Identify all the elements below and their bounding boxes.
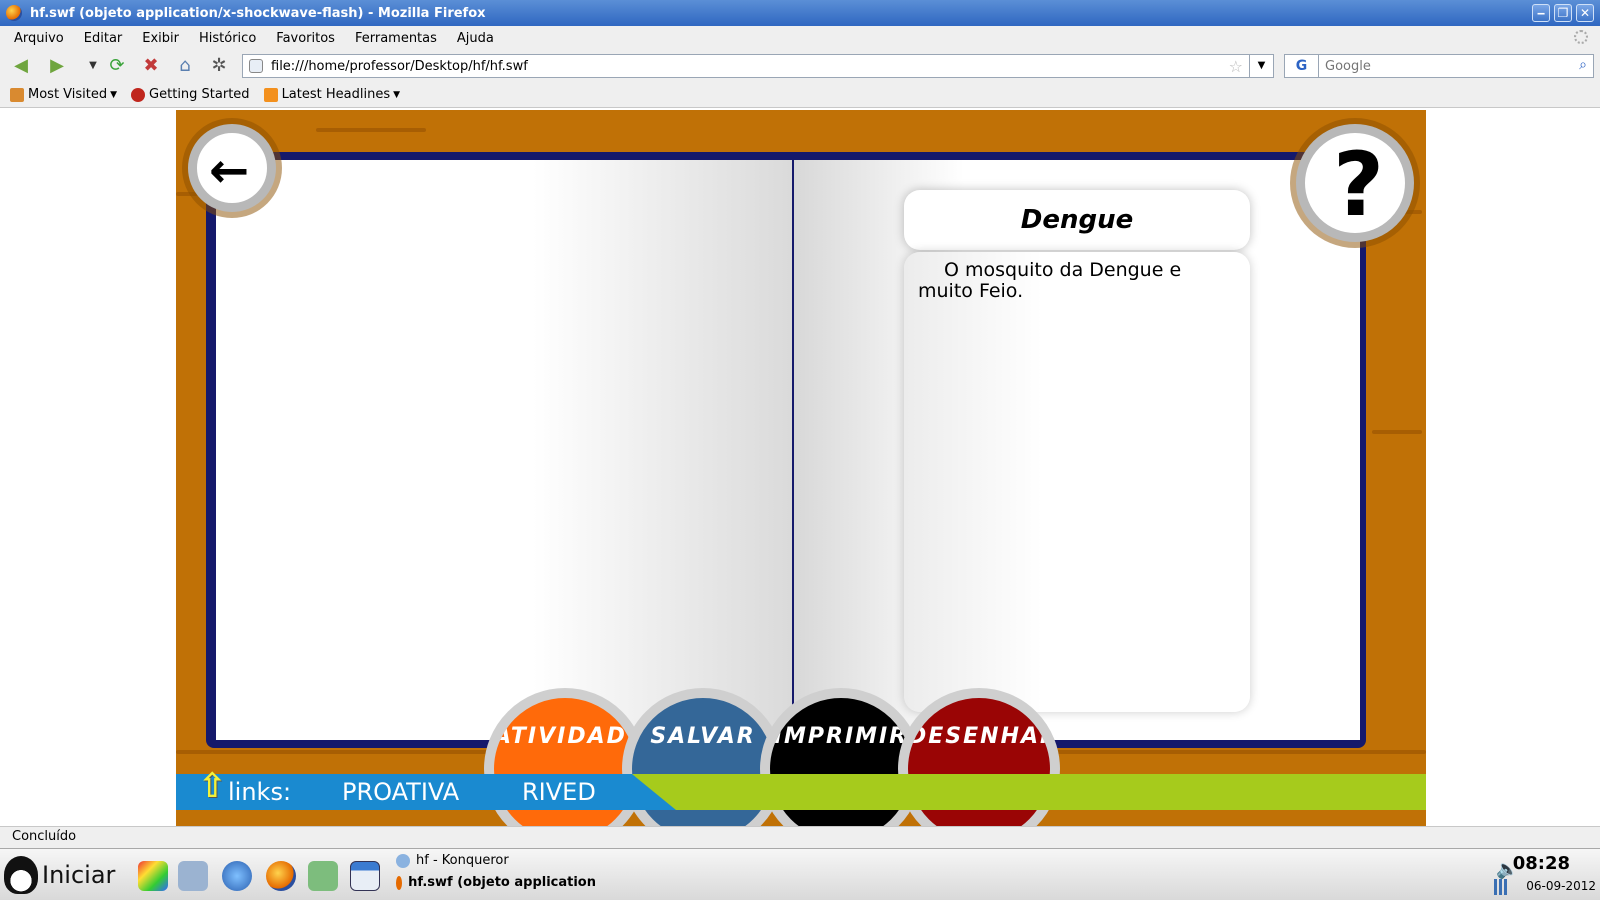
history-dropdown-icon[interactable]: ▼ <box>82 56 104 76</box>
button-label: ATIVIDADES <box>494 724 646 749</box>
menu-bar: Arquivo Editar Exibir Histórico Favorito… <box>0 26 1600 50</box>
task-firefox[interactable]: hf.swf (objeto application <box>396 875 596 890</box>
button-label: DESENHAR <box>908 724 1059 749</box>
computer-icon[interactable] <box>178 861 208 891</box>
extension-icon[interactable]: ✲ <box>208 56 230 76</box>
firefox-icon[interactable] <box>266 861 296 891</box>
menu-ferramentas[interactable]: Ferramentas <box>355 31 437 46</box>
button-label: IMPRIMIR <box>773 724 909 749</box>
home-icon[interactable]: ⌂ <box>174 56 196 76</box>
page-content: ← ? Dengue O mosquito da Dengue e muito … <box>6 110 1594 826</box>
clock-time[interactable]: 08:28 <box>1513 853 1570 874</box>
window-titlebar: hf.swf (objeto application/x-shockwave-f… <box>0 0 1600 26</box>
firefox-icon <box>6 5 22 21</box>
url-text[interactable]: file:///home/professor/Desktop/hf/hf.swf <box>271 59 528 74</box>
menu-ajuda[interactable]: Ajuda <box>457 31 494 46</box>
site-identity-icon[interactable] <box>249 59 263 73</box>
bookmark-star-icon[interactable]: ☆ <box>1229 57 1243 76</box>
text-card: Dengue O mosquito da Dengue e muito Feio… <box>904 190 1250 712</box>
search-icon[interactable]: ⌕ <box>1579 57 1587 73</box>
most-visited-icon <box>10 87 24 102</box>
bookmark-latest-headlines[interactable]: Latest Headlines ▼ <box>263 87 401 102</box>
window-title: hf.swf (objeto application/x-shockwave-f… <box>30 5 486 21</box>
button-label: SALVAR <box>650 724 756 749</box>
wood-grain <box>316 128 426 132</box>
bookmark-label: Getting Started <box>149 87 250 102</box>
chevron-down-icon: ▼ <box>393 89 401 100</box>
task-konqueror[interactable]: hf - Konqueror <box>396 853 509 868</box>
navigation-toolbar: ◀ ▶ ▼ ⟳ ✖ ⌂ ✲ file:///home/professor/Des… <box>0 50 1600 82</box>
wood-grain <box>1372 430 1422 434</box>
throbber-icon <box>1574 30 1588 44</box>
forward-arrow-icon[interactable]: ▶ <box>46 56 68 76</box>
clock-date: 06-09-2012 <box>1526 879 1596 893</box>
task-label: hf.swf (objeto application <box>408 875 596 890</box>
card-text[interactable]: O mosquito da Dengue e muito Feio. <box>904 252 1250 712</box>
bookmark-label: Most Visited <box>28 87 108 102</box>
maximize-button[interactable]: ❐ <box>1554 4 1572 22</box>
status-bar: Concluído <box>0 826 1600 848</box>
flash-app[interactable]: ← ? Dengue O mosquito da Dengue e muito … <box>176 110 1426 826</box>
menu-exibir[interactable]: Exibir <box>142 31 179 46</box>
google-engine-icon[interactable]: G <box>1285 55 1319 77</box>
bookmark-label: Latest Headlines <box>281 87 391 102</box>
window-controls: ‒ ❐ ✕ <box>1532 4 1594 22</box>
rss-feed-icon <box>263 87 278 102</box>
card-title: Dengue <box>904 190 1250 250</box>
back-arrow-icon[interactable]: ◀ <box>10 56 32 76</box>
search-bar[interactable]: G ⌕ <box>1284 54 1594 78</box>
bookmark-most-visited[interactable]: Most Visited ▼ <box>10 87 117 102</box>
link-rived[interactable]: RIVED <box>522 778 596 806</box>
reload-icon[interactable]: ⟳ <box>106 56 128 76</box>
paint-icon[interactable] <box>138 861 168 891</box>
stop-icon[interactable]: ✖ <box>140 56 162 76</box>
url-dropdown-icon[interactable]: ▼ <box>1249 55 1273 77</box>
start-button[interactable]: Iniciar <box>0 851 128 899</box>
firefox-icon <box>396 875 403 890</box>
bookmark-getting-started[interactable]: Getting Started <box>131 87 250 102</box>
recycle-icon[interactable] <box>308 861 338 891</box>
menu-favoritos[interactable]: Favoritos <box>276 31 335 46</box>
tux-icon <box>4 856 38 894</box>
getting-started-icon <box>131 87 146 102</box>
close-button[interactable]: ✕ <box>1576 4 1594 22</box>
arrow-up-icon[interactable]: ⇧ <box>198 766 227 806</box>
bookmarks-toolbar: Most Visited ▼ Getting Started Latest He… <box>0 82 1600 108</box>
link-proativa[interactable]: PROATIVA <box>342 778 459 806</box>
links-label: links: <box>228 778 292 806</box>
back-button[interactable]: ← <box>188 124 276 212</box>
question-mark-icon: ? <box>1333 133 1385 236</box>
taskbar: Iniciar hf - Konqueror hf.swf (objeto ap… <box>0 848 1600 900</box>
window-icon[interactable] <box>350 861 380 891</box>
url-bar[interactable]: file:///home/professor/Desktop/hf/hf.swf… <box>242 54 1274 78</box>
chevron-down-icon: ▼ <box>110 89 118 100</box>
help-button[interactable]: ? <box>1296 124 1414 242</box>
menu-historico[interactable]: Histórico <box>199 31 256 46</box>
menu-editar[interactable]: Editar <box>84 31 123 46</box>
arrow-left-icon: ← <box>209 143 250 199</box>
konqueror-icon <box>396 853 410 868</box>
network-icon[interactable] <box>222 861 252 891</box>
menu-arquivo[interactable]: Arquivo <box>14 31 64 46</box>
minimize-button[interactable]: ‒ <box>1532 4 1550 22</box>
book-left-page <box>216 160 792 740</box>
task-label: hf - Konqueror <box>416 853 509 868</box>
signal-icon[interactable] <box>1494 879 1514 895</box>
start-label: Iniciar <box>42 861 116 889</box>
search-input[interactable] <box>1319 56 1559 76</box>
